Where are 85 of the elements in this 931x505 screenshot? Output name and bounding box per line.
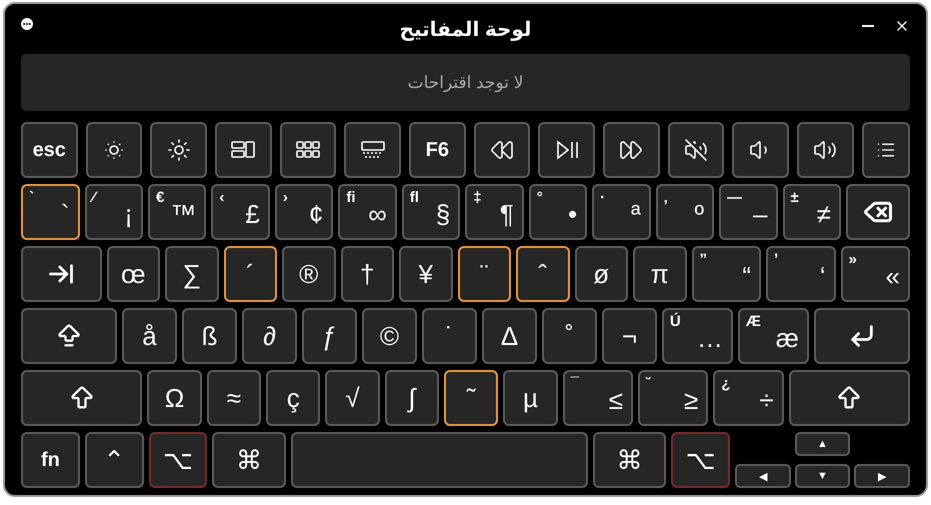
keyboard-key[interactable]: ∂ — [242, 308, 297, 364]
keyboard-key[interactable]: ¬ — [602, 308, 657, 364]
arrow-key[interactable]: ▲ — [794, 432, 850, 456]
keyboard-key[interactable]: · ª — [592, 184, 651, 240]
keyboard-key[interactable]: © — [362, 308, 417, 364]
keyboard-key[interactable]: ® — [282, 246, 336, 302]
keyboard-key[interactable]: ‡ ¶ — [465, 184, 524, 240]
keyboard-key[interactable]: ﬂ § — [402, 184, 460, 240]
keyboard-key[interactable]: ⁄ ¡ — [84, 184, 143, 240]
fast-forward-icon — [619, 138, 644, 162]
keyboard-key[interactable]: ’ ‘ — [766, 246, 836, 302]
keyboard-key[interactable]: ˙ — [422, 308, 477, 364]
keyboard-key[interactable]: ° • — [528, 184, 588, 240]
keyboard-key[interactable]: ¨ — [458, 246, 511, 302]
keyboard-key[interactable]: Ω — [147, 370, 202, 426]
keyboard-key[interactable] — [21, 246, 102, 302]
keyboard-key[interactable] — [788, 370, 910, 426]
keyboard-key[interactable] — [796, 122, 854, 178]
keyboard-key[interactable]: ‹ £ — [211, 184, 270, 240]
keyboard-key[interactable]: — – — [719, 184, 778, 240]
keyboard-key[interactable]: ¥ — [399, 246, 452, 302]
keyboard-key[interactable]: » « — [840, 246, 910, 302]
keyboard-key[interactable]: € ™ — [148, 184, 206, 240]
minimize-icon — [862, 25, 874, 27]
arrow-key[interactable]: ◀ — [734, 464, 791, 488]
keyboard-key[interactable]: π — [633, 246, 686, 302]
keyboard-key[interactable] — [602, 122, 660, 178]
keyboard-key[interactable]: ⌥ — [148, 432, 208, 488]
keyboard-key[interactable]: ß — [182, 308, 238, 364]
keyboard-key[interactable]: F6 — [408, 122, 466, 178]
suggestion-text: لا توجد اقتراحات — [408, 72, 524, 92]
keyboard-key[interactable]: å — [122, 308, 178, 364]
keyboard-key[interactable] — [846, 184, 910, 240]
keyboard-key[interactable] — [814, 308, 910, 364]
keyboard-key[interactable] — [150, 122, 207, 178]
keyboard-key[interactable]: œ — [106, 246, 160, 302]
more-button[interactable] — [21, 18, 33, 30]
keyboard-key[interactable]: ⌘ — [212, 432, 286, 488]
window-title: لوحة المفاتيح — [400, 18, 532, 42]
volume-up-icon — [813, 138, 838, 162]
keyboard-key[interactable]: esc — [20, 122, 78, 178]
keyboard-key[interactable]: ⌥ — [671, 432, 730, 488]
keyboard-key[interactable]: Æ æ — [738, 308, 809, 364]
keyboard-key[interactable] — [20, 308, 118, 364]
keyboard-key[interactable]: ˆ — [516, 246, 570, 302]
rewind-icon — [490, 138, 514, 162]
keyboard-key[interactable]: ∆ — [482, 308, 537, 364]
keyboard-key[interactable] — [474, 122, 530, 178]
keyboard-key[interactable]: ¿ ÷ — [713, 370, 784, 426]
keyboard-key[interactable]: ´ — [224, 246, 277, 302]
keyboard-key[interactable]: ¯ ≤ — [562, 370, 633, 426]
keyboard-key[interactable]: fn — [20, 432, 80, 488]
keyboard-key[interactable] — [732, 122, 789, 178]
keyboard-key[interactable] — [280, 122, 336, 178]
keyboard-key[interactable]: ∑ — [165, 246, 218, 302]
keyboard-key[interactable]: ± ≠ — [782, 184, 841, 240]
keyboard-key[interactable]: ø — [574, 246, 628, 302]
keyboard-key[interactable]: ‚ º — [656, 184, 714, 240]
keyboard-key[interactable]: Ú … — [662, 308, 733, 364]
keyboard-key[interactable]: ≈ — [206, 370, 262, 426]
keyboard-key[interactable]: ` ` — [21, 184, 80, 240]
keyboard-key[interactable]: ” “ — [692, 246, 761, 302]
keyboard-key[interactable]: µ — [503, 370, 558, 426]
keyboard-key[interactable] — [668, 122, 724, 178]
brightness-up-icon — [166, 138, 191, 162]
keyboard-key[interactable]: ﬁ ∞ — [338, 184, 397, 240]
mute-icon — [684, 138, 708, 162]
arrow-key[interactable]: ▼ — [794, 464, 850, 488]
arrow-key[interactable]: ▶ — [854, 464, 910, 488]
keyboard-key[interactable] — [538, 122, 595, 178]
keyboard-key[interactable]: ƒ — [302, 308, 357, 364]
keyboard-key[interactable]: ˘ ≥ — [638, 370, 708, 426]
keyboard-key[interactable]: ˚ — [542, 308, 597, 364]
keyboard-key[interactable]: ⌘ — [592, 432, 666, 488]
keyboard-key[interactable]: ∫ — [384, 370, 440, 426]
ellipsis-icon — [21, 18, 33, 30]
keyboard-key[interactable] — [344, 122, 401, 178]
keyboard-key[interactable]: ç — [266, 370, 320, 426]
keyboard-key[interactable]: › ¢ — [274, 184, 334, 240]
keyboard-key[interactable]: √ — [325, 370, 380, 426]
keyboard-key[interactable] — [214, 122, 272, 178]
keyboard-key[interactable]: † — [340, 246, 394, 302]
keyboard-key[interactable]: ˜ — [444, 370, 498, 426]
keyboard-key[interactable]: ⌃ — [84, 432, 144, 488]
keyboard-key[interactable] — [21, 370, 142, 426]
